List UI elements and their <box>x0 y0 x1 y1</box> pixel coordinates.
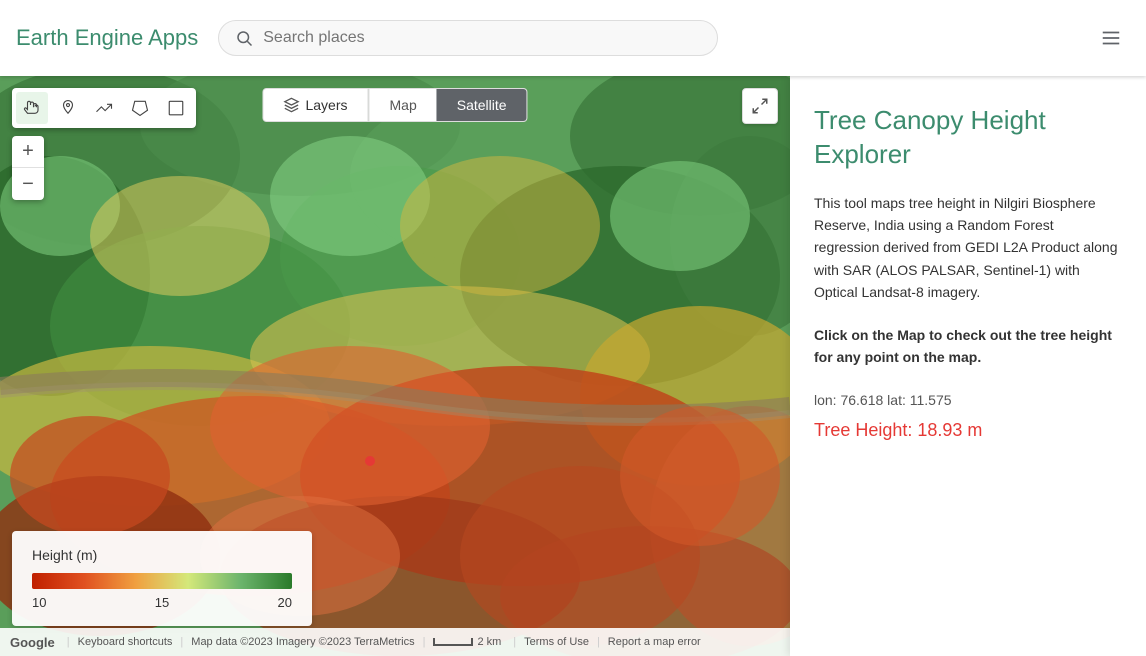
legend-min: 10 <box>32 595 46 610</box>
pin-icon <box>59 99 77 117</box>
zoom-controls: + − <box>12 136 44 200</box>
layers-button[interactable]: Layers <box>262 88 368 122</box>
zoom-in-button[interactable]: + <box>12 136 44 168</box>
panel-description: This tool maps tree height in Nilgiri Bi… <box>814 192 1122 304</box>
map-area[interactable]: Layers Map Satellite + − Height (m) 10 1… <box>0 76 790 656</box>
legend-title: Height (m) <box>32 547 292 563</box>
legend-labels: 10 15 20 <box>32 595 292 610</box>
marker-tool-button[interactable] <box>52 92 84 124</box>
scale-bar: 2 km <box>433 636 501 648</box>
polygon-tool-button[interactable] <box>124 92 156 124</box>
footer-sep1: | <box>67 636 70 648</box>
tree-height: Tree Height: 18.93 m <box>814 420 1122 441</box>
line-tool-button[interactable] <box>88 92 120 124</box>
legend-mid: 15 <box>155 595 169 610</box>
legend: Height (m) 10 15 20 <box>12 531 312 626</box>
map-toggle-button[interactable]: Map <box>369 89 436 121</box>
zoom-out-button[interactable]: − <box>12 168 44 200</box>
footer-sep4: | <box>513 636 516 648</box>
coordinates: lon: 76.618 lat: 11.575 <box>814 392 1122 408</box>
legend-max: 20 <box>278 595 292 610</box>
legend-gradient <box>32 573 292 589</box>
map-footer: Google | Keyboard shortcuts | Map data ©… <box>0 628 790 656</box>
map-toolbar <box>12 88 196 128</box>
panel-cta-text: Click on the Map to check out the tree h… <box>814 327 1112 365</box>
hand-tool-button[interactable] <box>16 92 48 124</box>
menu-button[interactable] <box>1092 19 1130 57</box>
menu-icon <box>1100 27 1122 49</box>
satellite-toggle-button[interactable]: Satellite <box>437 89 527 121</box>
rect-icon <box>167 99 185 117</box>
right-panel: Tree Canopy Height Explorer This tool ma… <box>790 76 1146 656</box>
report-error-link[interactable]: Report a map error <box>608 636 701 648</box>
map-marker <box>365 456 375 466</box>
layers-icon <box>283 97 299 113</box>
app-title: Earth Engine Apps <box>16 25 198 51</box>
search-container[interactable] <box>218 20 718 56</box>
panel-title: Tree Canopy Height Explorer <box>814 104 1122 172</box>
fullscreen-icon <box>751 97 769 115</box>
rectangle-tool-button[interactable] <box>160 92 192 124</box>
line-icon <box>95 99 113 117</box>
scale-label: 2 km <box>477 636 501 648</box>
layers-label: Layers <box>305 97 347 113</box>
header: Earth Engine Apps <box>0 0 1146 76</box>
footer-sep3: | <box>423 636 426 648</box>
keyboard-shortcuts-link[interactable]: Keyboard shortcuts <box>78 636 173 648</box>
map-satellite-toggle: Map Satellite <box>368 88 527 122</box>
search-input[interactable] <box>263 29 701 47</box>
google-logo: Google <box>10 635 55 650</box>
hand-icon <box>23 99 41 117</box>
map-data-label: Map data ©2023 Imagery ©2023 TerraMetric… <box>191 636 414 648</box>
panel-cta: Click on the Map to check out the tree h… <box>814 324 1122 369</box>
footer-sep2: | <box>180 636 183 648</box>
terms-link[interactable]: Terms of Use <box>524 636 589 648</box>
scale-line <box>433 638 473 646</box>
search-icon <box>235 29 253 47</box>
map-controls: Layers Map Satellite <box>262 88 527 122</box>
shape-icon <box>131 99 149 117</box>
footer-sep5: | <box>597 636 600 648</box>
fullscreen-button[interactable] <box>742 88 778 124</box>
